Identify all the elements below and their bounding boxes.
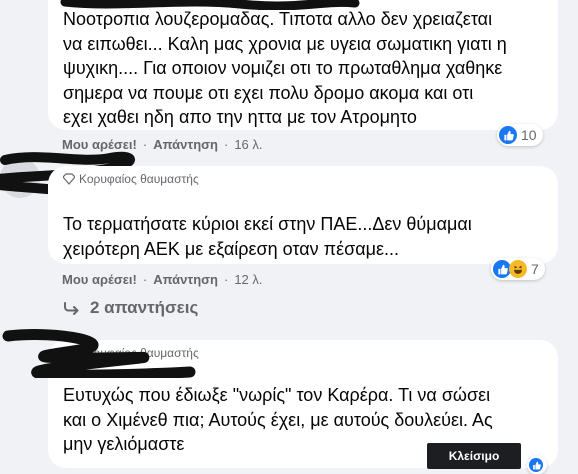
redaction-scribble-3 [2, 329, 196, 378]
separator-dot: · [223, 272, 229, 287]
replies-count-label: 2 απαντήσεις [90, 298, 199, 317]
badge-label: Κορυφαίος θαυμαστής [79, 172, 199, 186]
comment-timestamp[interactable]: 12 λ. [234, 272, 262, 287]
view-replies-link[interactable]: 2 απαντήσεις [64, 298, 198, 318]
reaction-count: 7 [531, 261, 539, 277]
reaction-count: 10 [521, 127, 537, 143]
reaction-summary-3[interactable] [527, 456, 547, 474]
reaction-summary-2[interactable]: 7 [491, 258, 545, 280]
comment-timestamp[interactable]: 16 λ. [234, 137, 262, 152]
like-button[interactable]: Μου αρέσει! [62, 272, 137, 287]
like-icon [529, 458, 543, 472]
reply-arrow-icon [64, 302, 79, 315]
like-icon [499, 126, 517, 144]
reply-button[interactable]: Απάντηση [153, 272, 218, 287]
haha-icon [509, 260, 527, 278]
comment-actions-2: Μου αρέσει! · Απάντηση · 12 λ. [62, 272, 263, 287]
close-button[interactable]: Κλείσιμο [427, 443, 521, 469]
top-fan-badge: Κορυφαίος θαυμαστής [63, 172, 199, 186]
separator-dot: · [223, 137, 229, 152]
comment-text-1: Νοοτροπια λουζερομαδας. Τιποτα αλλο δεν … [63, 9, 507, 127]
comment-text-2: Το τερματήσατε κύριοι εκεί στην ΠΑΕ...Δε… [63, 214, 472, 259]
diamond-icon [63, 173, 75, 185]
reaction-summary-1[interactable]: 10 [497, 124, 543, 146]
separator-dot: · [142, 272, 148, 287]
